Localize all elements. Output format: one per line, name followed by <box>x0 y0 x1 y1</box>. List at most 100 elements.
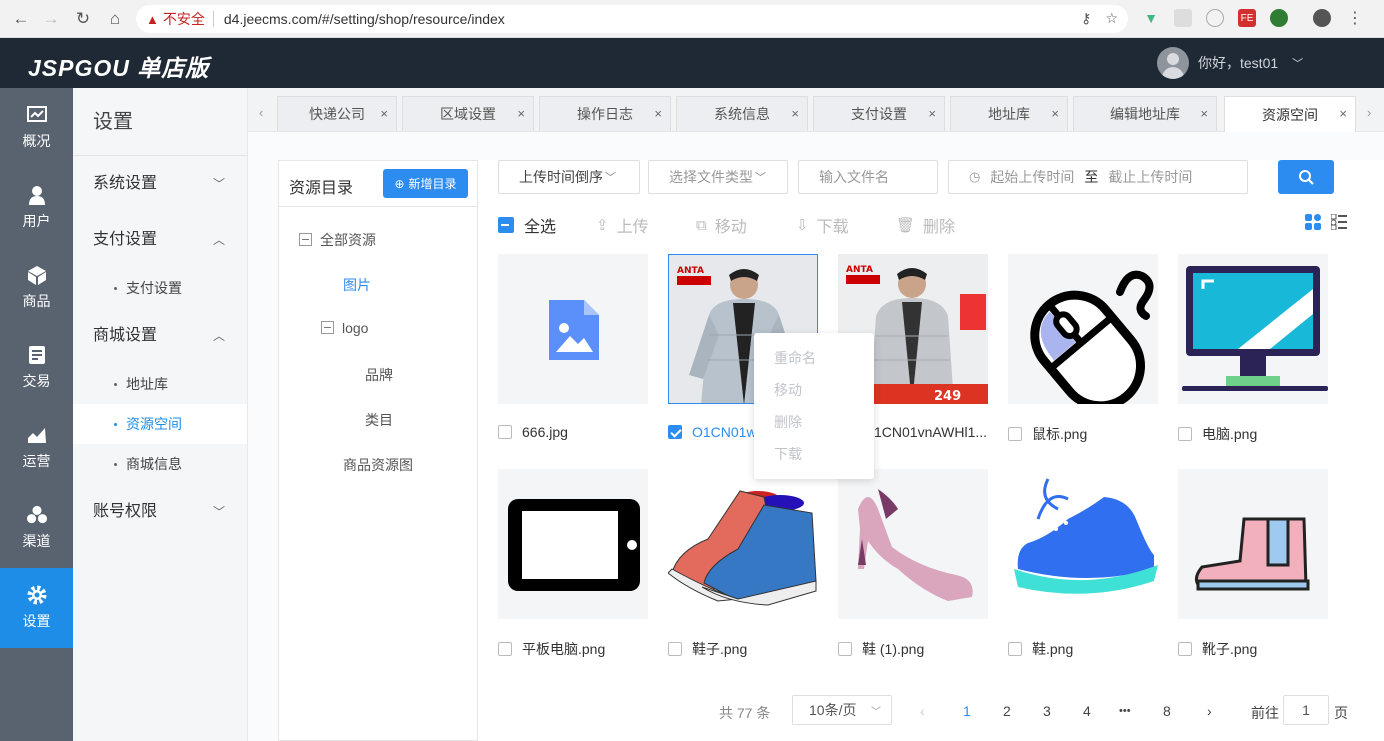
extension-icon[interactable] <box>1206 9 1224 27</box>
file-thumbnail[interactable] <box>1178 254 1328 404</box>
file-item[interactable]: 靴子.png <box>1178 639 1328 659</box>
file-thumbnail[interactable] <box>1178 469 1328 619</box>
file-item[interactable]: O1CN01w <box>668 424 754 440</box>
select-all-toggle[interactable]: 全选 <box>498 213 556 237</box>
chevron-right-icon[interactable]: › <box>1367 105 1371 120</box>
tab-edit-address[interactable]: 编辑地址库 × <box>1073 96 1217 131</box>
more-pages-icon[interactable]: ••• <box>1119 705 1131 717</box>
tab-express[interactable]: 快递公司 × <box>277 96 397 131</box>
key-icon[interactable]: ⚷ <box>1081 10 1091 27</box>
file-item[interactable]: 鞋.png <box>1008 639 1158 659</box>
delete-button[interactable]: 🗑 删除 <box>896 213 955 237</box>
url-text[interactable]: d4.jeecms.com/#/setting/shop/resource/in… <box>224 11 505 27</box>
page-size-select[interactable]: 10条/页 ﹀ <box>792 695 892 725</box>
page-8[interactable]: 8 <box>1163 703 1171 719</box>
user-menu[interactable]: 你好，test01 ﹀ <box>1157 47 1303 79</box>
nav-users[interactable]: 用户 <box>0 168 73 248</box>
context-item-download[interactable]: 下载 <box>754 438 874 470</box>
star-icon[interactable]: ☆ <box>1105 10 1118 27</box>
list-view-icon[interactable] <box>1330 213 1347 233</box>
close-icon[interactable]: × <box>791 106 799 121</box>
download-button[interactable]: ⇩ 下载 <box>796 213 849 237</box>
goto-page-input[interactable]: 1 <box>1283 695 1329 725</box>
file-item[interactable]: 鼠标.png <box>1008 424 1158 444</box>
file-item[interactable]: 666.jpg <box>498 424 648 440</box>
tree-node-category[interactable]: 类目 <box>365 410 393 430</box>
globe-extension-icon[interactable] <box>1270 9 1288 27</box>
home-icon[interactable]: ⌂ <box>100 4 130 34</box>
grid-view-icon[interactable] <box>1305 214 1321 233</box>
submenu-group-payment[interactable]: 支付设置 ︿ <box>73 212 247 268</box>
next-page-icon[interactable]: › <box>1207 703 1212 719</box>
nav-overview[interactable]: 概况 <box>0 88 73 168</box>
page-4[interactable]: 4 <box>1083 703 1091 719</box>
address-bar[interactable]: ▲ 不安全 d4.jeecms.com/#/setting/shop/resou… <box>136 5 1128 33</box>
file-checkbox[interactable] <box>1178 642 1192 656</box>
context-item-rename[interactable]: 重命名 <box>754 342 874 374</box>
menu-icon[interactable]: ⋮ <box>1346 9 1364 27</box>
move-button[interactable]: ⧉ 移动 <box>696 213 747 237</box>
close-icon[interactable]: × <box>928 106 936 121</box>
collapse-icon[interactable] <box>321 321 334 334</box>
page-2[interactable]: 2 <box>1003 703 1011 719</box>
file-item[interactable]: 1CN01vnAWHl1... <box>874 424 994 440</box>
file-thumbnail[interactable] <box>838 469 988 619</box>
extension-icon[interactable] <box>1174 9 1192 27</box>
file-checkbox[interactable] <box>1008 427 1022 441</box>
file-thumbnail[interactable] <box>498 254 648 404</box>
file-checkbox[interactable] <box>1178 427 1192 441</box>
file-checkbox[interactable] <box>838 642 852 656</box>
start-date-placeholder[interactable]: 起始上传时间 <box>990 167 1074 187</box>
close-icon[interactable]: × <box>517 106 525 121</box>
file-item[interactable]: 平板电脑.png <box>498 639 648 659</box>
file-item[interactable]: 鞋子.png <box>668 639 818 659</box>
nav-settings[interactable]: 设置 <box>0 568 73 648</box>
end-date-placeholder[interactable]: 截止上传时间 <box>1108 167 1192 187</box>
tree-node-goods-images[interactable]: 商品资源图 <box>343 455 413 475</box>
upload-button[interactable]: ⇪ 上传 <box>596 213 649 237</box>
search-button[interactable] <box>1278 160 1334 194</box>
tab-resource[interactable]: 资源空间 × <box>1224 96 1356 132</box>
file-item[interactable]: 鞋 (1).png <box>838 639 988 659</box>
close-icon[interactable]: × <box>380 106 388 121</box>
file-checkbox[interactable] <box>498 642 512 656</box>
tab-payment[interactable]: 支付设置 × <box>813 96 945 131</box>
submenu-item-resource[interactable]: 资源空间 <box>73 404 247 444</box>
date-range-picker[interactable]: ◷ 起始上传时间 至 截止上传时间 <box>948 160 1248 194</box>
close-icon[interactable]: × <box>654 106 662 121</box>
nav-operation[interactable]: 运营 <box>0 408 73 488</box>
page-3[interactable]: 3 <box>1043 703 1051 719</box>
submenu-item-shop-info[interactable]: 商城信息 <box>73 444 247 484</box>
file-item[interactable]: 电脑.png <box>1178 424 1328 444</box>
file-checkbox[interactable] <box>1008 642 1022 656</box>
tab-address[interactable]: 地址库 × <box>950 96 1068 131</box>
chevron-left-icon[interactable]: ‹ <box>259 105 263 120</box>
fe-extension-icon[interactable]: FE <box>1238 9 1256 27</box>
context-item-delete[interactable]: 删除 <box>754 406 874 438</box>
file-checkbox[interactable] <box>668 425 682 439</box>
vue-extension-icon[interactable]: ▼ <box>1142 9 1160 27</box>
back-icon[interactable]: ← <box>6 4 36 34</box>
nav-goods[interactable]: 商品 <box>0 248 73 328</box>
tree-node-all[interactable]: 全部资源 <box>299 230 376 250</box>
tab-sysinfo[interactable]: 系统信息 × <box>676 96 808 131</box>
profile-icon[interactable] <box>1313 9 1331 27</box>
file-type-select[interactable]: 选择文件类型 ﹀ <box>648 160 788 194</box>
tree-node-images[interactable]: 图片 <box>343 275 371 295</box>
file-thumbnail[interactable] <box>668 469 818 619</box>
select-all-checkbox[interactable] <box>498 217 514 233</box>
nav-channel[interactable]: 渠道 <box>0 488 73 568</box>
close-icon[interactable]: × <box>1339 106 1347 121</box>
file-checkbox[interactable] <box>498 425 512 439</box>
nav-trade[interactable]: 交易 <box>0 328 73 408</box>
close-icon[interactable]: × <box>1200 106 1208 121</box>
submenu-group-shop[interactable]: 商城设置 ︿ <box>73 308 247 364</box>
file-checkbox[interactable] <box>668 642 682 656</box>
file-thumbnail[interactable] <box>498 469 648 619</box>
file-thumbnail[interactable] <box>1008 469 1158 619</box>
context-item-move[interactable]: 移动 <box>754 374 874 406</box>
add-directory-button[interactable]: ⊕ 新增目录 <box>383 169 468 198</box>
tab-oplog[interactable]: 操作日志 × <box>539 96 671 131</box>
sort-select[interactable]: 上传时间倒序 ﹀ <box>498 160 640 194</box>
prev-page-icon[interactable]: ‹ <box>920 703 925 719</box>
